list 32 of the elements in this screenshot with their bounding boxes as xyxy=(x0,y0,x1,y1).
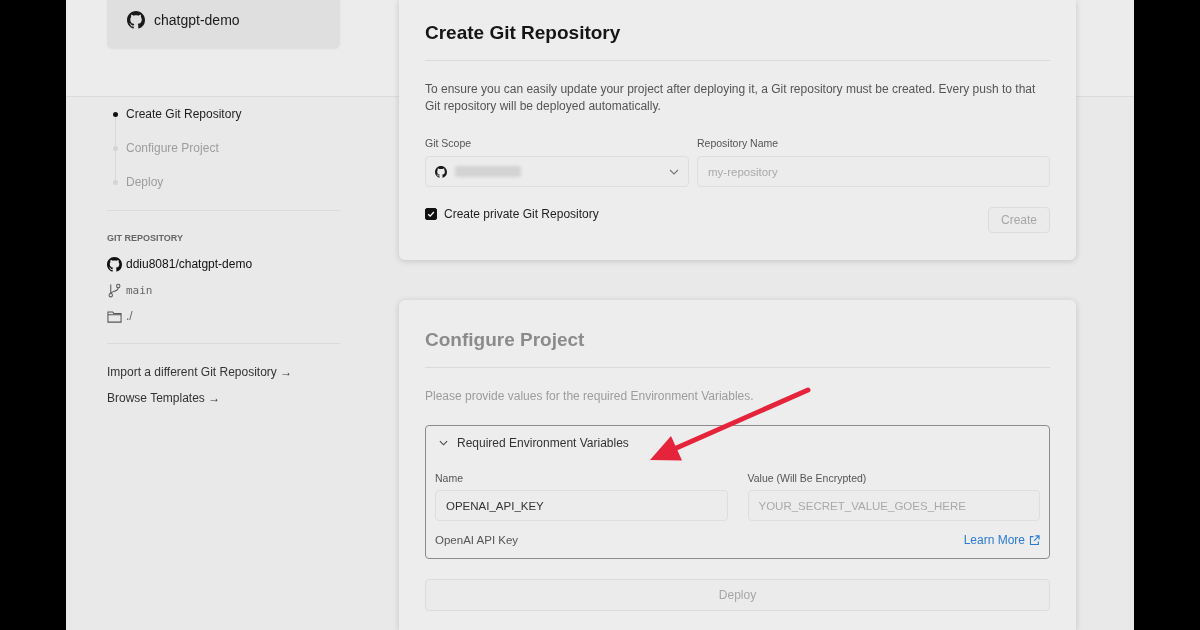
repository-link[interactable]: ddiu8081/chatgpt-demo xyxy=(126,257,253,271)
section-heading: GIT REPOSITORY xyxy=(107,232,184,245)
sidebar-link[interactable]: Import a different Git Repository → xyxy=(107,362,340,382)
variable-description: OpenAI API Key xyxy=(435,533,519,548)
github-icon xyxy=(107,256,122,272)
step-label: Deploy xyxy=(126,175,164,189)
branch-icon xyxy=(107,282,122,298)
chevron-down-icon xyxy=(439,440,448,446)
field-label: Repository Name xyxy=(697,136,780,150)
step-label: Create Git Repository xyxy=(126,107,242,121)
field-label: Value (Will Be Encrypted) xyxy=(747,471,868,485)
checkbox[interactable] xyxy=(425,208,437,220)
card-description: To ensure you can easily update your project after deploying it, a Git repository must be created. Every push to that Git repository will be deployed automatically. xyxy=(425,81,1037,115)
repository-name-field[interactable]: my-repository xyxy=(697,156,1050,187)
card-description: Please provide values for the required Environment Variables. xyxy=(425,388,755,405)
chevron-down-icon xyxy=(669,168,679,175)
github-icon xyxy=(127,11,145,29)
step-label: Configure Project xyxy=(126,141,219,155)
card-title: Configure Project xyxy=(425,328,586,352)
sidebar-link[interactable]: Browse Templates → xyxy=(107,388,340,408)
field-label: Name xyxy=(435,471,464,485)
branch-name: main xyxy=(126,283,153,297)
external-link-icon xyxy=(1029,534,1040,546)
project-name: chatgpt-demo xyxy=(154,12,240,28)
folder-icon xyxy=(107,308,122,324)
card-title: Create Git Repository xyxy=(425,21,622,45)
checkbox-label: Create private Git Repository xyxy=(444,207,599,221)
root-directory: ./ xyxy=(126,309,133,323)
github-icon xyxy=(435,165,447,178)
blurred-block xyxy=(455,166,521,177)
field-label: Git Scope xyxy=(425,136,473,150)
checkmark-icon xyxy=(426,209,436,219)
